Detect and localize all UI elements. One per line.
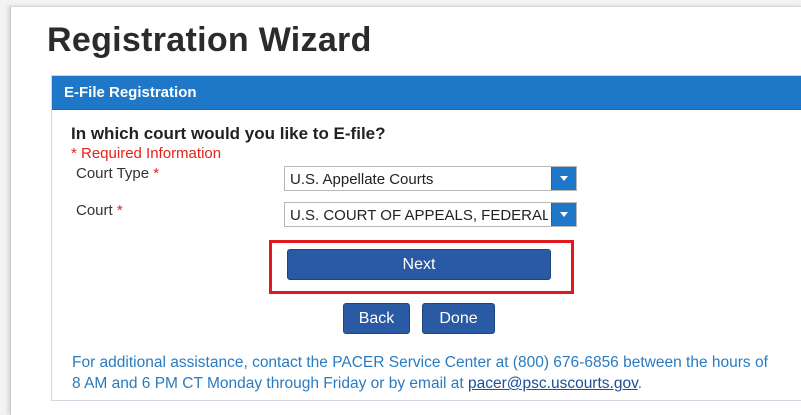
court-label-text: Court [76, 202, 113, 219]
panel-header: E-File Registration [52, 76, 801, 110]
required-star: * [116, 202, 123, 219]
court-type-select[interactable]: U.S. Appellate Courts [284, 166, 577, 191]
done-button[interactable]: Done [422, 303, 495, 334]
court-label: Court * [76, 202, 123, 219]
assistance-trailing: . [637, 375, 642, 392]
court-type-value: U.S. Appellate Courts [290, 171, 434, 188]
court-select[interactable]: U.S. COURT OF APPEALS, FEDERAL CIRCUIT [284, 202, 577, 227]
back-button[interactable]: Back [343, 303, 410, 334]
registration-panel: E-File Registration In which court would… [51, 75, 801, 401]
chevron-down-icon[interactable] [551, 167, 576, 190]
support-email-link[interactable]: pacer@psc.uscourts.gov [468, 375, 638, 392]
court-value: U.S. COURT OF APPEALS, FEDERAL CIRCUIT [290, 207, 548, 224]
required-info-note: * Required Information [71, 145, 222, 162]
chevron-down-icon[interactable] [551, 203, 576, 226]
court-type-label-text: Court Type [76, 165, 150, 182]
court-type-label: Court Type * [76, 165, 159, 182]
court-question: In which court would you like to E-file? [71, 124, 386, 143]
required-star: * [153, 165, 160, 182]
page: Registration Wizard E-File Registration … [10, 6, 801, 415]
page-title: Registration Wizard [47, 21, 372, 59]
assistance-message: For additional assistance, contact the P… [72, 354, 768, 392]
assistance-text: For additional assistance, contact the P… [72, 352, 772, 394]
next-button[interactable]: Next [287, 249, 551, 280]
